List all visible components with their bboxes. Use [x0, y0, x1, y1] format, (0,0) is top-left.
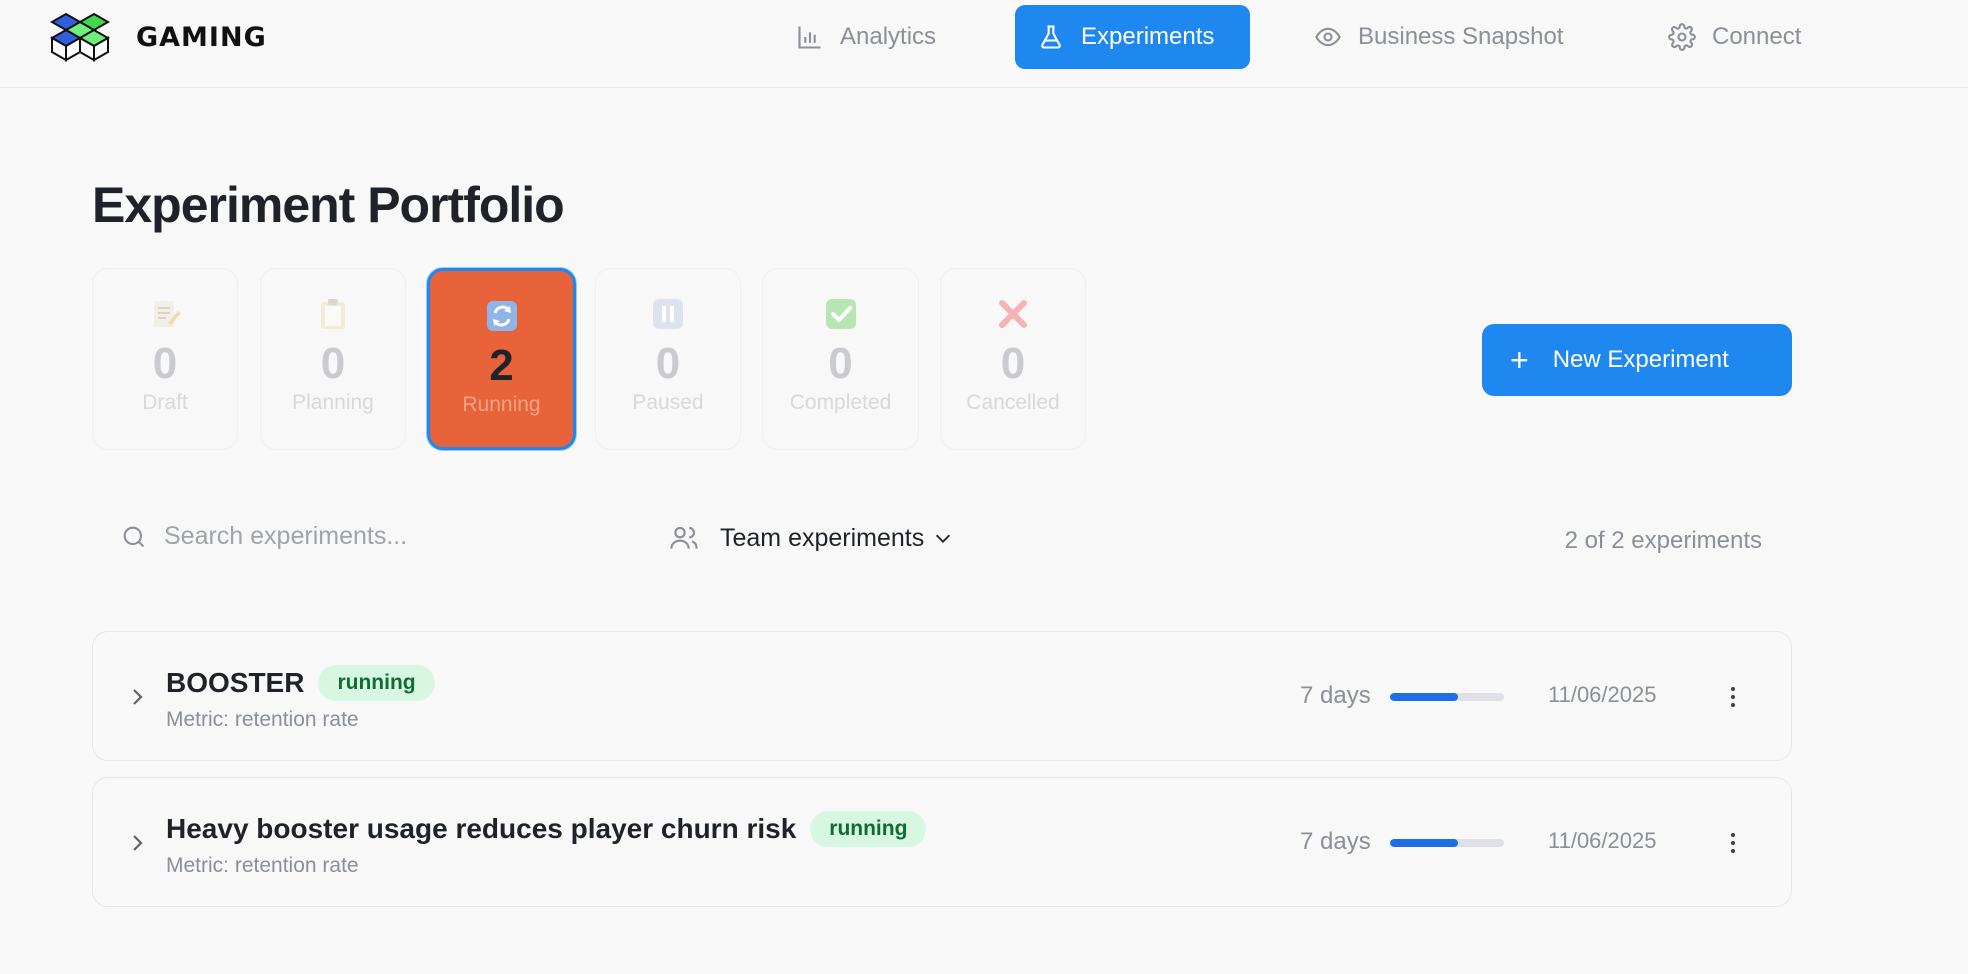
stat-paused-count: 0	[655, 339, 681, 388]
experiment-title-line: Heavy booster usage reduces player churn…	[166, 811, 927, 847]
top-navigation-bar: GAMING Analytics Experiments Business Sn…	[0, 0, 1968, 88]
nav-analytics[interactable]: Analytics	[796, 5, 936, 69]
progress-bar	[1390, 693, 1504, 701]
flask-icon	[1041, 25, 1061, 49]
more-options-icon[interactable]	[1729, 830, 1737, 856]
pause-icon	[651, 297, 685, 331]
gear-icon	[1668, 23, 1696, 51]
new-experiment-button[interactable]: + New Experiment	[1482, 324, 1792, 396]
experiment-count: 2 of 2 experiments	[1564, 527, 1762, 554]
nav-experiments[interactable]: Experiments	[1015, 5, 1250, 69]
chevron-right-icon[interactable]	[127, 684, 149, 710]
stat-planning-label: Planning	[292, 391, 374, 414]
bar-chart-icon	[798, 26, 821, 49]
stat-cancelled-label: Cancelled	[966, 391, 1060, 414]
progress-bar	[1390, 839, 1504, 847]
users-icon	[670, 526, 698, 549]
status-badge: running	[318, 665, 435, 701]
stat-card-completed[interactable]: 0 Completed	[762, 268, 919, 450]
experiment-row[interactable]: Heavy booster usage reduces player churn…	[92, 777, 1792, 907]
experiment-duration: 7 days	[1300, 682, 1371, 709]
stat-running-count: 2	[489, 341, 514, 390]
cross-mark-icon	[996, 297, 1030, 331]
experiment-title: Heavy booster usage reduces player churn…	[166, 813, 797, 844]
stat-running-label: Running	[462, 393, 541, 416]
chevron-down-icon	[936, 534, 951, 543]
experiment-duration: 7 days	[1300, 828, 1371, 855]
search-input[interactable]: Search experiments...	[120, 522, 407, 551]
experiment-title: BOOSTER	[166, 667, 305, 698]
nav-experiments-label: Experiments	[1081, 23, 1215, 50]
stat-card-cancelled[interactable]: 0 Cancelled	[940, 268, 1086, 450]
team-filter-label: Team experiments	[720, 523, 925, 552]
search-icon	[123, 526, 145, 547]
stat-card-paused[interactable]: 0 Paused	[595, 268, 741, 450]
stat-card-running[interactable]: 2 Running	[427, 268, 576, 450]
experiment-date: 11/06/2025	[1548, 682, 1657, 707]
check-mark-icon	[824, 297, 858, 331]
experiment-metric: Metric: retention rate	[166, 708, 359, 731]
new-experiment-label: New Experiment	[1552, 346, 1729, 373]
experiment-metric: Metric: retention rate	[166, 854, 359, 877]
stat-card-draft[interactable]: 0 Draft	[92, 268, 238, 450]
chevron-right-icon[interactable]	[127, 830, 149, 856]
experiment-row[interactable]: BOOSTER running Metric: retention rate 7…	[92, 631, 1792, 761]
stat-paused-label: Paused	[632, 391, 704, 414]
stat-card-planning[interactable]: 0 Planning	[260, 268, 406, 450]
more-options-icon[interactable]	[1729, 684, 1737, 710]
progress-bar-fill	[1390, 839, 1459, 847]
stat-completed-label: Completed	[789, 391, 892, 414]
brand-logo[interactable]: GAMING	[48, 8, 267, 66]
nav-business-snapshot[interactable]: Business Snapshot	[1314, 5, 1563, 69]
status-badge: running	[810, 811, 927, 847]
stat-cancelled-count: 0	[1000, 339, 1026, 388]
progress-bar-fill	[1390, 693, 1459, 701]
experiment-title-line: BOOSTER running	[166, 665, 435, 701]
stat-planning-count: 0	[320, 339, 346, 388]
team-filter-dropdown[interactable]: Team experiments	[668, 522, 954, 554]
search-placeholder: Search experiments...	[164, 522, 408, 550]
cube-logo-icon	[49, 12, 111, 62]
nav-business-snapshot-label: Business Snapshot	[1358, 23, 1564, 50]
plus-icon: +	[1510, 342, 1529, 378]
nav-analytics-label: Analytics	[840, 23, 937, 50]
eye-icon	[1315, 27, 1341, 47]
nav-connect[interactable]: Connect	[1668, 5, 1801, 69]
stat-draft-label: Draft	[142, 391, 188, 414]
refresh-arrows-icon	[485, 299, 519, 333]
page-title: Experiment Portfolio	[92, 177, 565, 233]
memo-icon	[148, 297, 182, 331]
experiment-date: 11/06/2025	[1548, 828, 1657, 853]
stat-draft-count: 0	[152, 339, 178, 388]
brand-name: GAMING	[136, 21, 267, 53]
stat-completed-count: 0	[828, 339, 853, 388]
clipboard-icon	[316, 297, 350, 331]
nav-connect-label: Connect	[1712, 23, 1802, 50]
